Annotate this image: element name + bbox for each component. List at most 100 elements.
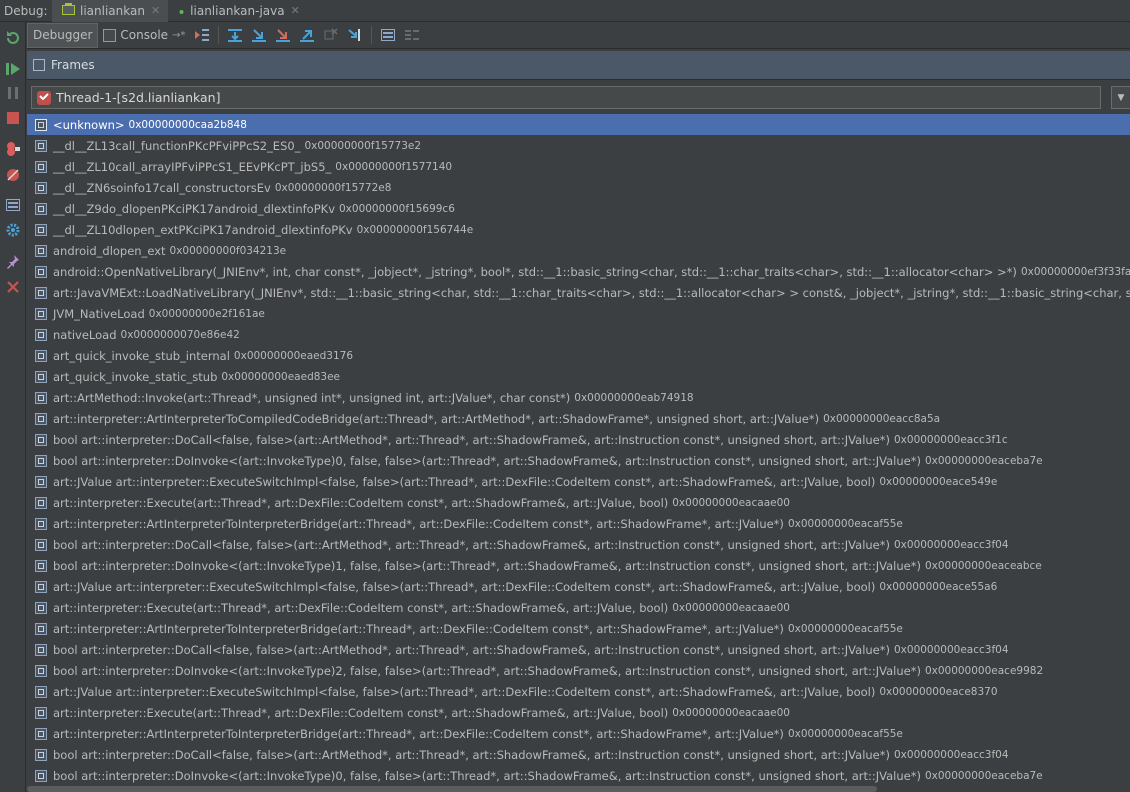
frame-function-name: art::ArtMethod::Invoke(art::Thread*, uns… xyxy=(53,390,571,405)
stack-frame-icon xyxy=(35,244,47,257)
frame-row[interactable]: bool art::interpreter::DoInvoke<(art::In… xyxy=(27,555,1130,576)
restore-layout-icon[interactable] xyxy=(3,195,23,215)
rerun-icon[interactable] xyxy=(3,28,23,48)
frame-row[interactable]: art::JavaVMExt::LoadNativeLibrary(_JNIEn… xyxy=(27,282,1130,303)
frame-row[interactable]: __dl__Z9do_dlopenPKciPK17android_dlextin… xyxy=(27,198,1130,219)
step-out-icon[interactable] xyxy=(295,23,319,47)
close-icon[interactable]: ✕ xyxy=(151,4,160,17)
frame-row[interactable]: bool art::interpreter::DoCall<false, fal… xyxy=(27,534,1130,555)
frame-row[interactable]: art::JValue art::interpreter::ExecuteSwi… xyxy=(27,471,1130,492)
console-icon xyxy=(103,28,117,42)
pause-icon[interactable] xyxy=(3,83,23,103)
frame-address: 0x00000000eaed83ee xyxy=(221,370,341,383)
frame-row[interactable]: art_quick_invoke_stub_internal 0x00000000… xyxy=(27,345,1130,366)
frame-row[interactable]: bool art::interpreter::DoCall<false, fal… xyxy=(27,639,1130,660)
frame-address: 0x00000000eacc3f1c xyxy=(894,433,1008,446)
step-into-icon[interactable] xyxy=(247,23,271,47)
frame-address: 0x00000000ef3f33fa xyxy=(1020,265,1130,278)
frame-row[interactable]: bool art::interpreter::DoInvoke<(art::In… xyxy=(27,450,1130,471)
debug-label: Debug: xyxy=(4,3,48,18)
frame-function-name: art::JValue art::interpreter::ExecuteSwi… xyxy=(53,474,876,489)
stack-frame-icon xyxy=(35,433,47,446)
frame-address: 0x00000000caa2b848 xyxy=(128,118,247,131)
view-breakpoints-icon[interactable] xyxy=(3,139,23,159)
horizontal-scrollbar[interactable] xyxy=(27,786,877,792)
frame-address: 0x00000000eacaf55e xyxy=(787,727,903,740)
thread-suspended-icon xyxy=(37,90,51,105)
frame-address: 0x00000000eace8370 xyxy=(879,685,998,698)
stack-frame-icon xyxy=(35,181,47,194)
tab-debugger[interactable]: Debugger xyxy=(27,22,99,48)
frame-row[interactable]: bool art::interpreter::DoCall<false, fal… xyxy=(27,744,1130,765)
evaluate-expression-icon[interactable] xyxy=(376,23,400,47)
show-execution-point-icon[interactable] xyxy=(190,23,214,47)
frame-row[interactable]: art::interpreter::ArtInterpreterToCompil… xyxy=(27,408,1130,429)
mute-breakpoints-icon[interactable] xyxy=(3,165,23,185)
frame-row[interactable]: art::interpreter::ArtInterpreterToInterp… xyxy=(27,513,1130,534)
frame-row[interactable]: __dl__ZN6soinfo17call_constructorsEv 0x00… xyxy=(27,177,1130,198)
toolbar-separator xyxy=(371,26,373,44)
frame-address: 0x00000000f1577140 xyxy=(335,160,453,173)
frame-row[interactable]: art_quick_invoke_static_stub 0x00000000ea… xyxy=(27,366,1130,387)
frame-function-name: __dl__ZL10call_arrayIPFviPPcS1_EEvPKcPT_… xyxy=(53,159,332,174)
debugger-action-bar: Debugger Console →* xyxy=(27,22,1130,49)
debug-tab-bar: Debug: lianliankan ✕ lianliankan-java ✕ xyxy=(0,0,1130,22)
frame-row[interactable]: android::OpenNativeLibrary(_JNIEnv*, int… xyxy=(27,261,1130,282)
stack-frame-icon xyxy=(35,412,47,425)
frame-row[interactable]: JVM_NativeLoad 0x00000000e2f161ae xyxy=(27,303,1130,324)
frame-address: 0x00000000eacc3f04 xyxy=(894,538,1009,551)
frames-icon xyxy=(33,59,45,71)
frame-function-name: android_dlopen_ext xyxy=(53,243,166,258)
settings-gear-icon[interactable] xyxy=(3,220,23,240)
frame-row[interactable]: bool art::interpreter::DoCall<false, fal… xyxy=(27,429,1130,450)
thread-selector-value: Thread-1-[s2d.lianliankan] xyxy=(56,90,221,105)
frame-row[interactable]: art::interpreter::Execute(art::Thread*, … xyxy=(27,702,1130,723)
pin-icon[interactable] xyxy=(3,251,23,271)
force-step-into-icon[interactable] xyxy=(271,23,295,47)
frame-function-name: art::JValue art::interpreter::ExecuteSwi… xyxy=(53,684,876,699)
frame-row[interactable]: __dl__ZL10call_arrayIPFviPPcS1_EEvPKcPT_… xyxy=(27,156,1130,177)
tab-console[interactable]: Console →* xyxy=(98,23,190,48)
tab-console-label: Console xyxy=(120,28,169,42)
frame-function-name: bool art::interpreter::DoInvoke<(art::In… xyxy=(53,663,921,678)
run-to-cursor-icon[interactable] xyxy=(343,23,367,47)
chevron-down-icon[interactable]: ▼ xyxy=(1111,86,1130,109)
frame-function-name: JVM_NativeLoad xyxy=(53,306,145,321)
frame-row[interactable]: bool art::interpreter::DoInvoke<(art::In… xyxy=(27,765,1130,786)
frame-row[interactable]: art::JValue art::interpreter::ExecuteSwi… xyxy=(27,681,1130,702)
frame-row[interactable]: __dl__ZL10dlopen_extPKciPK17android_dlex… xyxy=(27,219,1130,240)
run-tab-lianliankan-java[interactable]: lianliankan-java ✕ xyxy=(168,0,308,22)
close-icon[interactable]: ✕ xyxy=(291,4,300,17)
frame-row[interactable]: nativeLoad 0x0000000070e86e42 xyxy=(27,324,1130,345)
stop-icon[interactable] xyxy=(3,108,23,128)
frame-row[interactable]: art::interpreter::Execute(art::Thread*, … xyxy=(27,492,1130,513)
frame-function-name: art_quick_invoke_static_stub xyxy=(53,369,218,384)
frame-address: 0x00000000eacaae00 xyxy=(672,706,790,719)
frame-row[interactable]: bool art::interpreter::DoInvoke<(art::In… xyxy=(27,660,1130,681)
close-icon[interactable] xyxy=(3,277,23,297)
frame-address: 0x00000000eaed3176 xyxy=(233,349,354,362)
frame-row[interactable]: art::ArtMethod::Invoke(art::Thread*, uns… xyxy=(27,387,1130,408)
frames-title: Frames xyxy=(51,58,95,72)
frame-function-name: art::interpreter::ArtInterpreterToInterp… xyxy=(53,516,784,531)
frames-list: <unknown> 0x00000000caa2b848 __dl__ZL13cal… xyxy=(27,114,1130,792)
java-app-icon xyxy=(178,3,185,18)
frame-address: 0x00000000f15772e8 xyxy=(274,181,392,194)
frame-function-name: __dl__Z9do_dlopenPKciPK17android_dlextin… xyxy=(53,201,335,216)
frame-row[interactable]: <unknown> 0x00000000caa2b848 xyxy=(27,114,1130,135)
run-tab-lianliankan[interactable]: lianliankan ✕ xyxy=(52,0,169,22)
frame-address: 0x00000000eace55a6 xyxy=(879,580,998,593)
step-over-icon[interactable] xyxy=(223,23,247,47)
frame-row[interactable]: art::interpreter::ArtInterpreterToInterp… xyxy=(27,618,1130,639)
frame-row[interactable]: __dl__ZL13call_functionPKcPFviPPcS2_ES0_… xyxy=(27,135,1130,156)
frame-row[interactable]: art::JValue art::interpreter::ExecuteSwi… xyxy=(27,576,1130,597)
frame-row[interactable]: android_dlopen_ext 0x00000000f034213e xyxy=(27,240,1130,261)
frame-row[interactable]: art::interpreter::ArtInterpreterToInterp… xyxy=(27,723,1130,744)
thread-selector[interactable]: Thread-1-[s2d.lianliankan] xyxy=(31,86,1101,109)
frame-row[interactable]: art::interpreter::Execute(art::Thread*, … xyxy=(27,597,1130,618)
frame-function-name: art::interpreter::Execute(art::Thread*, … xyxy=(53,600,669,615)
resume-icon[interactable] xyxy=(3,59,23,79)
stack-frame-icon xyxy=(35,223,47,236)
frame-address: 0x00000000eacc3f04 xyxy=(894,643,1009,656)
stack-frame-icon xyxy=(35,727,47,740)
